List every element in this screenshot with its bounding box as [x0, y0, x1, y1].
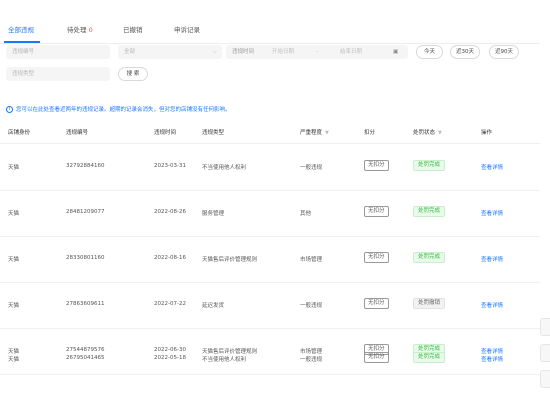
view-details-link[interactable]: 查看详情 [481, 355, 503, 363]
calendar-icon[interactable]: ▣ [393, 45, 398, 59]
view-details-link[interactable]: 查看详情 [481, 347, 503, 355]
severity-cell: 市场管理 [300, 257, 323, 263]
status-header-label: 处罚状态 [413, 130, 436, 136]
quick-30-days-button[interactable]: 近30天 [450, 45, 480, 59]
tab-pending[interactable]: 待处理 0 [67, 24, 93, 34]
deduct-tag: 无扣分 [364, 252, 389, 263]
violation-no-cell: 28481209077 [66, 209, 105, 215]
type-cell: 服务管理 [202, 211, 225, 217]
column-header-status[interactable]: 处罚状态 ▼ [413, 128, 442, 136]
column-header-time: 违规时间 [154, 130, 177, 136]
type-select-value: 全部 [124, 49, 136, 55]
deduct-tag: 无扣分 [364, 352, 389, 363]
status-badge: 处罚完成 [413, 206, 446, 217]
tab-appeal-records[interactable]: 申诉记录 [174, 24, 200, 34]
status-badge: 处罚撤销 [413, 298, 446, 309]
column-header-type: 违规类型 [202, 130, 225, 136]
violation-time-label: 违规时间 [232, 49, 255, 55]
tab-pending-label: 待处理 [67, 26, 87, 34]
severity-cell: 市场管理 [300, 349, 323, 355]
deduct-tag: 无扣分 [364, 298, 389, 309]
table-header: 店铺身份 违规编号 违规时间 违规类型 严重程度 ▼ 扣分 处罚状态 ▼ 操作 [0, 118, 540, 144]
severity-cell: 一般违规 [300, 357, 323, 363]
start-date-input[interactable]: 开始日期 [272, 45, 294, 59]
active-tab-indicator [4, 41, 40, 43]
search-button[interactable]: 搜 索 [118, 67, 148, 81]
table-row: 天猫 28330801160 2022-08-16 天猫售后评价管理规则 市场管… [0, 237, 540, 283]
status-badge: 处罚完成 [413, 252, 446, 263]
violation-number-input[interactable]: 违规编号 [6, 45, 110, 59]
type-cell: 延迟发货 [202, 303, 225, 309]
deduct-tag: 无扣分 [364, 206, 389, 217]
time-cell: 2022-05-18 [154, 355, 186, 361]
floating-side-button[interactable] [540, 370, 550, 388]
violation-no-cell: 27544879576 [66, 347, 105, 353]
view-details-link[interactable]: 查看详情 [481, 301, 503, 309]
status-badge: 处罚完成 [413, 160, 446, 171]
table-row: 天猫 26795041465 2022-05-18 不当使用他人权利 一般违规 … [0, 352, 540, 404]
time-cell: 2022-08-26 [154, 209, 186, 215]
quick-today-button[interactable]: 今天 [416, 45, 443, 59]
end-date-input[interactable]: 结束日期 [340, 45, 362, 59]
filter-icon[interactable]: ▼ [325, 130, 329, 136]
view-details-link[interactable]: 查看详情 [481, 163, 503, 171]
violation-no-cell: 32792884160 [66, 163, 105, 169]
view-details-link[interactable]: 查看详情 [481, 255, 503, 263]
column-header-deduct: 扣分 [364, 130, 376, 136]
tab-revoked[interactable]: 已撤销 [123, 24, 143, 34]
violation-tabs: 全部违规 待处理 0 已撤销 申诉记录 [0, 18, 540, 44]
table-row: 天猫 27544879576 2022-06-30 天猫售后评价管理规则 市场管… [0, 329, 540, 375]
violation-date-range[interactable]: 违规时间 开始日期 - 结束日期 ▣ [226, 45, 408, 59]
quick-90-days-button[interactable]: 近90天 [489, 45, 519, 59]
table-row: 天猫 27863609611 2022-07-22 延迟发货 一般违规 无扣分 … [0, 283, 540, 329]
pending-count-badge: 0 [88, 26, 93, 34]
time-cell: 2022-06-30 [154, 347, 186, 353]
floating-side-button[interactable] [540, 344, 550, 362]
type-cell: 不当使用他人权利 [202, 165, 247, 171]
notice-text: 您可以在此处查看近两年的违规记录。超期的记录会消失，但对您的店铺没有任何影响。 [16, 107, 231, 113]
floating-side-button[interactable] [540, 318, 550, 336]
time-cell: 2023-03-31 [154, 163, 186, 169]
shop-cell: 天猫 [8, 357, 20, 363]
shop-cell: 天猫 [8, 349, 20, 355]
date-range-separator: - [316, 49, 318, 55]
filter-icon[interactable]: ▼ [438, 130, 442, 136]
type-cell: 天猫售后评价管理规则 [202, 349, 258, 355]
violation-no-cell: 28330801160 [66, 255, 105, 261]
status-badge: 处罚完成 [413, 352, 446, 363]
retention-notice: i 您可以在此处查看近两年的违规记录。超期的记录会消失，但对您的店铺没有任何影响。 [6, 105, 231, 113]
shop-cell: 天猫 [8, 303, 20, 309]
time-cell: 2022-07-22 [154, 301, 186, 307]
severity-cell: 一般违规 [300, 303, 323, 309]
time-cell: 2022-08-16 [154, 255, 186, 261]
info-icon: i [6, 106, 13, 113]
chevron-down-icon: ⌵ [212, 48, 217, 55]
column-header-shop: 店铺身份 [8, 130, 31, 136]
type-cell: 不当使用他人权利 [202, 357, 247, 363]
severity-header-label: 严重程度 [300, 130, 323, 136]
violation-type-input[interactable]: 违规类型 [6, 67, 110, 81]
column-header-violation-no: 违规编号 [66, 130, 89, 136]
violation-no-cell: 27863609611 [66, 301, 105, 307]
column-header-action: 操作 [481, 130, 493, 136]
violation-no-cell: 26795041465 [66, 355, 105, 361]
table-row: 天猫 28481209077 2022-08-26 服务管理 其他 无扣分 处罚… [0, 191, 540, 237]
shop-cell: 天猫 [8, 257, 20, 263]
severity-cell: 一般违规 [300, 165, 323, 171]
violation-type-select[interactable]: 全部 ⌵ [118, 45, 222, 59]
deduct-tag: 无扣分 [364, 160, 389, 171]
type-cell: 天猫售后评价管理规则 [202, 257, 258, 263]
shop-cell: 天猫 [8, 211, 20, 217]
column-header-severity[interactable]: 严重程度 ▼ [300, 128, 329, 136]
tab-all-violations[interactable]: 全部违规 [8, 24, 34, 34]
shop-cell: 天猫 [8, 165, 20, 171]
table-row: 天猫 32792884160 2023-03-31 不当使用他人权利 一般违规 … [0, 145, 540, 191]
severity-cell: 其他 [300, 211, 312, 217]
view-details-link[interactable]: 查看详情 [481, 209, 503, 217]
